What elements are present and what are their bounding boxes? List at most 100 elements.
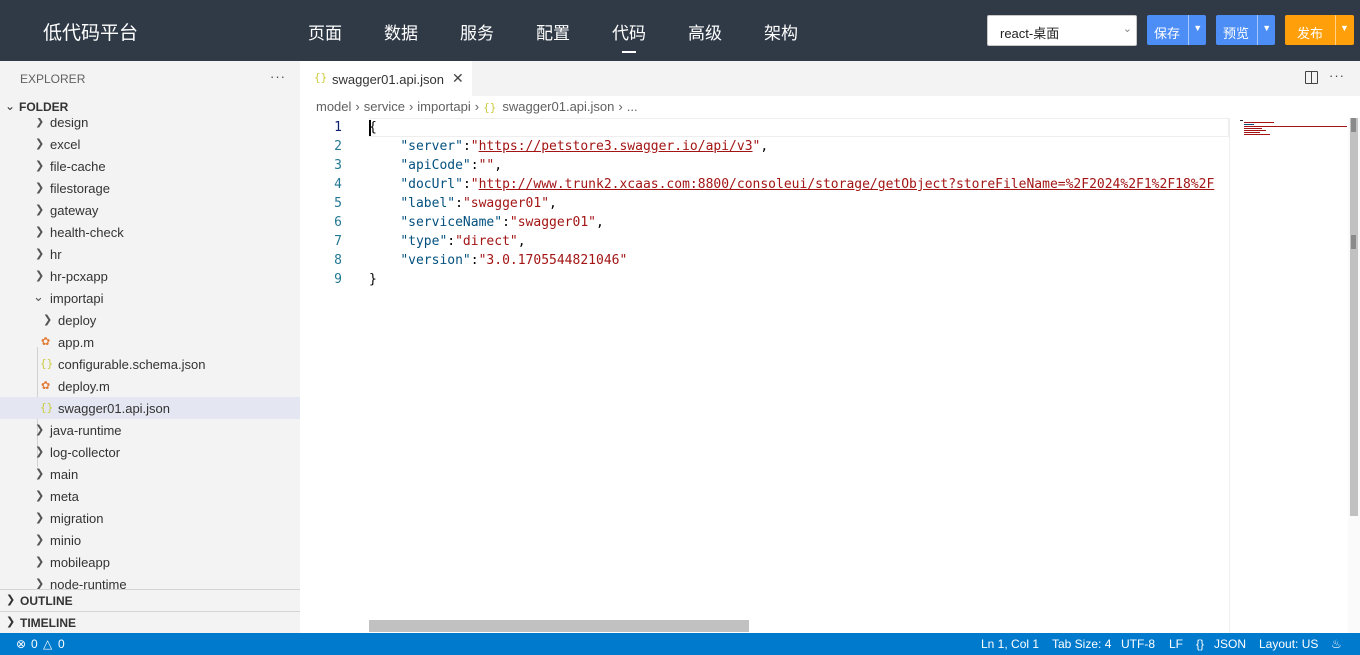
preview-button[interactable]: 预览 ▼ [1216, 15, 1275, 45]
breadcrumb-item[interactable]: swagger01.api.json [502, 99, 614, 117]
breadcrumb-item[interactable]: ... [627, 99, 638, 117]
tree-item-label: deploy.m [58, 379, 110, 394]
tree-item-app-m[interactable]: ✿ app.m [0, 331, 300, 353]
tree-item-health-check[interactable]: ❯ health-check [0, 221, 300, 243]
chevron-right-icon: ❯ [35, 138, 45, 150]
tree-item-importapi[interactable]: ⌄ importapi [0, 287, 300, 309]
platform-select[interactable]: react-桌面 ⌄ [987, 15, 1137, 46]
end-of-line[interactable]: LF [1169, 637, 1183, 651]
folder-header[interactable]: ⌄ FOLDER [0, 98, 300, 118]
encoding[interactable]: UTF-8 [1121, 637, 1155, 651]
tree-item-deploy-m[interactable]: ✿ deploy.m [0, 375, 300, 397]
top-navbar: 低代码平台 页面 数据 服务 配置 代码 高级 架构 react-桌面 ⌄ 保存… [0, 0, 1360, 61]
code-link[interactable]: http://www.trunk2.xcaas.com:8800/console… [479, 177, 1215, 192]
publish-button[interactable]: 发布 ▼ [1285, 15, 1354, 45]
nav-item-architecture[interactable]: 架构 [764, 19, 798, 44]
tree-item-node-runtime[interactable]: ❯ node-runtime [0, 573, 300, 590]
tree-item-design[interactable]: ❯ design [0, 118, 300, 133]
nav-item-advanced[interactable]: 高级 [688, 19, 722, 44]
nav-item-data[interactable]: 数据 [384, 19, 418, 44]
chevron-right-icon: ❯ [35, 226, 45, 238]
save-dropdown-arrow-icon[interactable]: ▼ [1188, 15, 1206, 45]
tree-item-minio[interactable]: ❯ minio [0, 529, 300, 551]
tree-item-mobileapp[interactable]: ❯ mobileapp [0, 551, 300, 573]
tree-item-log-collector[interactable]: ❯ log-collector [0, 441, 300, 463]
preview-dropdown-arrow-icon[interactable]: ▼ [1257, 15, 1275, 45]
tree-item-label: filestorage [50, 181, 110, 196]
tree-item-meta[interactable]: ❯ meta [0, 485, 300, 507]
tree-item-label: deploy [58, 313, 97, 328]
breadcrumb-item[interactable]: service [364, 99, 405, 117]
tree-item-java-runtime[interactable]: ❯ java-runtime [0, 419, 300, 441]
tree-item-label: mobileapp [50, 555, 110, 570]
tree-item-label: design [50, 118, 89, 130]
keyboard-layout[interactable]: Layout: US [1259, 637, 1318, 651]
vertical-scrollbar[interactable] [1348, 118, 1360, 633]
save-button-label: 保存 [1154, 26, 1181, 41]
editor-tab-swagger01[interactable]: {} swagger01.api.json ✕ [300, 61, 472, 96]
nav-item-config[interactable]: 配置 [536, 19, 570, 44]
code-line: "docUrl":"http://www.trunk2.xcaas.com:88… [400, 177, 1215, 192]
scrollbar-thumb[interactable] [1350, 118, 1358, 516]
chevron-right-icon: ❯ [35, 160, 45, 172]
publish-dropdown-arrow-icon[interactable]: ▼ [1335, 15, 1353, 45]
cursor-position[interactable]: Ln 1, Col 1 [981, 637, 1039, 651]
line-number: 1 [334, 120, 342, 135]
error-count[interactable]: 0 [31, 637, 38, 651]
braces-icon: {} [1196, 637, 1205, 651]
split-editor-icon[interactable] [1305, 71, 1318, 84]
minimap[interactable] [1229, 118, 1347, 633]
chevron-right-icon: › [474, 99, 480, 114]
current-line-highlight [369, 118, 1229, 137]
chevron-down-icon: ⌄ [33, 289, 44, 304]
chevron-right-icon: ❯ [35, 118, 45, 128]
warning-icon[interactable]: △ [43, 637, 52, 651]
breadcrumb-item[interactable]: importapi [417, 99, 470, 117]
line-number: 6 [334, 215, 342, 230]
tree-item-swagger01[interactable]: {} swagger01.api.json [0, 397, 300, 419]
nav-item-services[interactable]: 服务 [460, 19, 494, 44]
timeline-section[interactable]: ❯ TIMELINE [0, 611, 300, 633]
tree-item-file-cache[interactable]: ❯ file-cache [0, 155, 300, 177]
editor-tabbar: {} swagger01.api.json ✕ ··· [300, 61, 1360, 96]
rss-icon: ✿ [41, 336, 51, 348]
error-icon[interactable]: ⊗ [16, 637, 26, 651]
rss-icon: ✿ [41, 380, 51, 392]
close-icon[interactable]: ✕ [452, 70, 464, 87]
line-number: 3 [334, 158, 342, 173]
tab-size[interactable]: Tab Size: 4 [1052, 637, 1111, 651]
chevron-right-icon: ❯ [35, 556, 45, 568]
bell-icon[interactable]: ♨ [1331, 637, 1342, 651]
tree-item-label: hr-pcxapp [50, 269, 108, 284]
chevron-right-icon: ❯ [35, 490, 45, 502]
tree-item-deploy-folder[interactable]: ❯ deploy [0, 309, 300, 331]
tree-item-configurable-schema[interactable]: {} configurable.schema.json [0, 353, 300, 375]
tree-item-gateway[interactable]: ❯ gateway [0, 199, 300, 221]
save-button[interactable]: 保存 ▼ [1147, 15, 1206, 45]
tree-item-migration[interactable]: ❯ migration [0, 507, 300, 529]
nav-item-code[interactable]: 代码 [612, 19, 646, 53]
tree-item-label: migration [50, 511, 104, 526]
tree-item-filestorage[interactable]: ❯ filestorage [0, 177, 300, 199]
explorer-more-icon[interactable]: ··· [270, 69, 286, 84]
code-editor[interactable]: { "server":"https://petstore3.swagger.io… [369, 118, 1229, 618]
warning-count[interactable]: 0 [58, 637, 65, 651]
tree-item-hr-pcxapp[interactable]: ❯ hr-pcxapp [0, 265, 300, 287]
tree-item-main[interactable]: ❯ main [0, 463, 300, 485]
tree-item-excel[interactable]: ❯ excel [0, 133, 300, 155]
app-title: 低代码平台 [43, 23, 139, 44]
chevron-right-icon: ❯ [6, 594, 16, 606]
breadcrumb-item[interactable]: model [316, 99, 351, 117]
code-link[interactable]: https://petstore3.swagger.io/api/v3 [479, 139, 753, 154]
editor-more-icon[interactable]: ··· [1329, 68, 1345, 83]
tree-item-hr[interactable]: ❯ hr [0, 243, 300, 265]
horizontal-scrollbar-thumb[interactable] [369, 620, 749, 632]
tree-item-label: health-check [50, 225, 124, 240]
preview-button-label: 预览 [1223, 26, 1250, 41]
json-icon: {} [314, 71, 328, 84]
json-icon: {} [40, 357, 54, 370]
language-mode[interactable]: JSON [1214, 637, 1246, 651]
nav-item-pages[interactable]: 页面 [308, 19, 342, 44]
code-line: "serviceName":"swagger01", [400, 215, 604, 230]
outline-section[interactable]: ❯ OUTLINE [0, 589, 300, 611]
